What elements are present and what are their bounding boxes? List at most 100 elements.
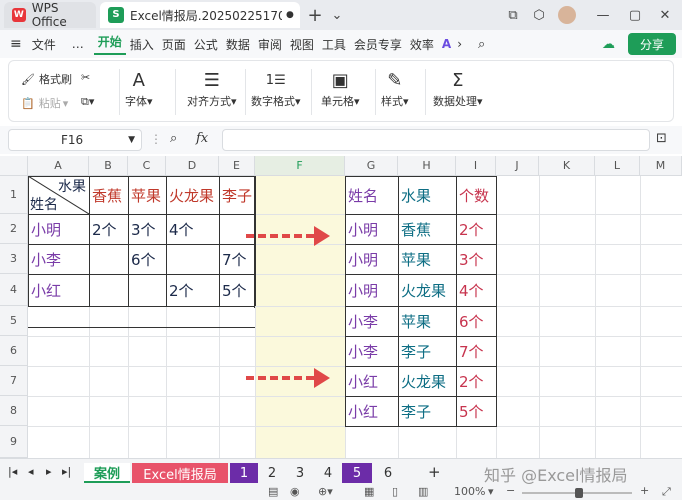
menu-formula[interactable]: 公式 <box>190 36 222 53</box>
tab-close-icon[interactable]: ● <box>286 10 294 20</box>
maximize-icon[interactable]: ▢ <box>626 6 644 24</box>
row-header-2[interactable]: 2 <box>0 214 28 244</box>
sheet-tab[interactable]: 3 <box>286 463 314 483</box>
data-process-button[interactable]: Σ 数据处理▾ <box>433 69 483 109</box>
hamburger-icon[interactable]: ≡ <box>10 36 22 52</box>
menu-view[interactable]: 视图 <box>286 36 318 53</box>
select-all-corner[interactable] <box>0 156 28 176</box>
row-header-7[interactable]: 7 <box>0 366 28 396</box>
window-tile-icon[interactable]: ⧉ <box>504 6 522 24</box>
cut-button[interactable]: ✂ <box>81 71 90 84</box>
column-header-i[interactable]: I <box>456 156 496 176</box>
eye-icon[interactable]: ◉ <box>290 485 300 498</box>
result-cell: 李子 <box>401 402 432 421</box>
number-format-button[interactable]: 1☰ 数字格式▾ <box>251 69 301 109</box>
cell-button[interactable]: ▣ 单元格▾ <box>321 69 360 109</box>
column-header-k[interactable]: K <box>539 156 595 176</box>
menu-home[interactable]: 开始 <box>93 33 126 55</box>
column-header-g[interactable]: G <box>345 156 398 176</box>
menu-page[interactable]: 页面 <box>158 36 190 53</box>
zoom-level[interactable]: 100% <box>454 485 485 498</box>
tab-document[interactable]: S Excel情报局.20250225170800 ● <box>100 2 300 28</box>
sheet-tab[interactable]: 2 <box>258 463 286 483</box>
column-header-j[interactable]: J <box>496 156 539 176</box>
menu-tools[interactable]: 工具 <box>318 36 350 53</box>
ai-icon[interactable]: A <box>442 37 451 51</box>
sheet-tab[interactable]: 5 <box>342 463 372 483</box>
style-button[interactable]: ✎ 样式▾ <box>381 69 409 109</box>
cloud-sync-icon[interactable]: ☁ <box>602 37 615 52</box>
row-header-9[interactable]: 9 <box>0 426 28 458</box>
row-header-4[interactable]: 4 <box>0 274 28 306</box>
last-sheet-icon[interactable]: ▸| <box>62 465 71 478</box>
menu-more[interactable]: … <box>68 37 88 51</box>
format-painter-button[interactable]: 🖌 格式刷 <box>21 71 72 87</box>
avatar[interactable] <box>558 6 576 24</box>
prev-sheet-icon[interactable]: ◂ <box>28 465 34 478</box>
zoom-dropdown-icon[interactable]: ▾ <box>488 485 494 498</box>
chevron-right-icon[interactable]: › <box>457 37 462 51</box>
search-icon[interactable]: ⌕ <box>478 37 485 52</box>
paste-button[interactable]: 📋 粘贴 ▾ <box>21 95 68 111</box>
tab-list-dropdown-icon[interactable]: ⌄ <box>328 6 346 24</box>
expand-formula-icon[interactable]: ⊡ <box>656 131 667 146</box>
normal-view-icon[interactable]: ▦ <box>364 485 374 498</box>
column-header-d[interactable]: D <box>166 156 219 176</box>
tab-wps-office[interactable]: W WPS Office <box>4 1 96 29</box>
first-sheet-icon[interactable]: |◂ <box>8 465 17 478</box>
sheet-tab[interactable]: 案例 <box>84 463 130 483</box>
next-sheet-icon[interactable]: ▸ <box>46 465 52 478</box>
fx-icon[interactable]: fx <box>196 131 208 146</box>
zoom-out-button[interactable]: − <box>506 484 515 497</box>
dashed-arrow-line <box>246 234 314 238</box>
minimize-icon[interactable]: — <box>594 6 612 24</box>
row-header-8[interactable]: 8 <box>0 396 28 426</box>
copy-button[interactable]: ⧉▾ <box>81 95 94 109</box>
reading-view-icon[interactable]: ▥ <box>418 485 428 498</box>
column-header-a[interactable]: A <box>28 156 89 176</box>
sheet-tab[interactable]: Excel情报局 <box>132 463 228 483</box>
result-cell: 李子 <box>401 342 432 361</box>
formula-input[interactable] <box>222 129 650 151</box>
name-cell: 小红 <box>31 281 62 300</box>
row-header-5[interactable]: 5 <box>0 306 28 336</box>
menu-efficiency[interactable]: 效率 <box>406 36 438 53</box>
column-header-f[interactable]: F <box>255 156 345 176</box>
cube-icon[interactable]: ⬡ <box>530 6 548 24</box>
menu-data[interactable]: 数据 <box>222 36 254 53</box>
column-header-l[interactable]: L <box>595 156 640 176</box>
close-icon[interactable]: ✕ <box>656 6 674 24</box>
row-header-3[interactable]: 3 <box>0 244 28 274</box>
zoom-search-icon[interactable]: ⌕ <box>170 131 177 146</box>
add-sheet-button[interactable]: + <box>428 463 441 481</box>
zoom-in-button[interactable]: + <box>640 484 649 497</box>
sheet-tab[interactable]: 6 <box>374 463 402 483</box>
page-view-icon[interactable]: ▯ <box>392 485 398 498</box>
more-options-icon[interactable]: ⋮ <box>150 132 162 146</box>
sheet-tab[interactable]: 1 <box>230 463 258 483</box>
zoom-slider-thumb[interactable] <box>575 488 583 498</box>
column-header-c[interactable]: C <box>128 156 166 176</box>
column-header-m[interactable]: M <box>640 156 682 176</box>
menu-insert[interactable]: 插入 <box>126 36 158 53</box>
share-button[interactable]: 分享 <box>628 33 676 55</box>
column-header-e[interactable]: E <box>219 156 255 176</box>
sheet-tab[interactable]: 4 <box>314 463 342 483</box>
fullscreen-icon[interactable]: ⤢ <box>662 485 671 499</box>
alignment-button[interactable]: ☰ 对齐方式▾ <box>187 69 237 109</box>
name-box[interactable]: F16 ▼ <box>8 129 142 151</box>
menu-review[interactable]: 审阅 <box>254 36 286 53</box>
column-header-b[interactable]: B <box>89 156 128 176</box>
column-header-h[interactable]: H <box>398 156 456 176</box>
menu-file[interactable]: 文件 <box>28 36 60 53</box>
zoom-slider[interactable] <box>522 488 632 498</box>
spreadsheet-grid[interactable]: ABCDEFGHIJKLM 123456789 水果 姓名 香蕉 苹果 火龙果 李子小… <box>0 156 682 458</box>
view-mode-icon[interactable]: ⊕▾ <box>318 485 333 498</box>
ribbon-divider <box>175 69 176 115</box>
new-tab-button[interactable]: + <box>306 5 324 26</box>
menu-member[interactable]: 会员专享 <box>350 36 406 53</box>
row-header-6[interactable]: 6 <box>0 336 28 366</box>
calc-icon[interactable]: ▤ <box>268 485 278 498</box>
row-header-1[interactable]: 1 <box>0 176 28 214</box>
font-button[interactable]: A 字体▾ <box>125 69 153 109</box>
